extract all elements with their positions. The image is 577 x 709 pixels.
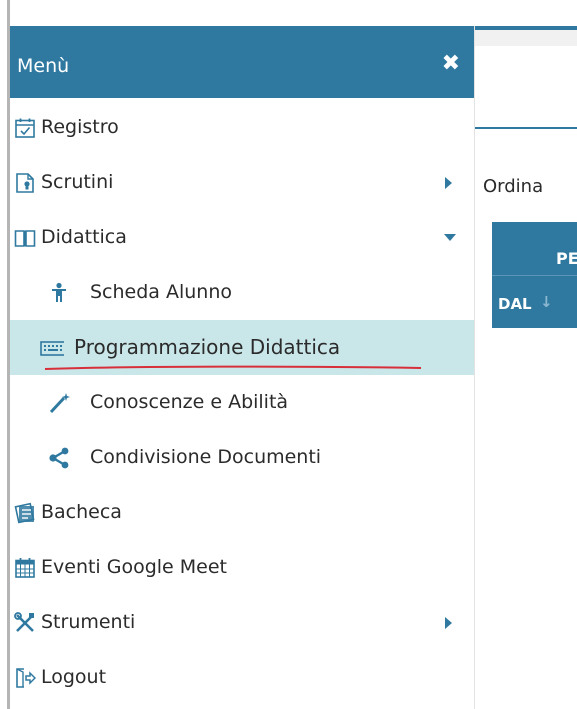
- menu-header: Menù ✖: [10, 26, 474, 98]
- sidebar-item-label: Eventi Google Meet: [41, 556, 228, 578]
- sidebar-item-label: Bacheca: [41, 501, 122, 523]
- sidebar-item-label: Conoscenze e Abilità: [90, 391, 289, 413]
- sidebar-item-label: Logout: [41, 666, 107, 688]
- sidebar-item-scheda-alunno[interactable]: Scheda Alunno: [10, 265, 474, 320]
- table-header: PE DAL ↓: [492, 222, 577, 328]
- sidebar-menu: Menù ✖ Registro Scrutini Didattica Sched…: [10, 26, 475, 709]
- chevron-right-icon: [445, 617, 452, 629]
- bulletin-board-icon: [14, 502, 35, 524]
- table-column-dal[interactable]: DAL: [498, 295, 532, 313]
- sort-arrow-icon[interactable]: ↓: [540, 293, 553, 311]
- book-icon: [14, 230, 36, 247]
- table-header-divider: [492, 275, 577, 276]
- main-content: Ordina PE DAL ↓: [475, 26, 577, 709]
- sidebar-item-bacheca[interactable]: Bacheca: [10, 485, 474, 540]
- sidebar-item-strumenti[interactable]: Strumenti: [10, 595, 474, 650]
- sidebar-item-label: Didattica: [41, 226, 127, 248]
- sidebar-item-label: Strumenti: [41, 611, 136, 633]
- sidebar-item-label: Scrutini: [41, 171, 114, 193]
- top-accent-line: [475, 26, 577, 30]
- sidebar-item-label: Condivisione Documenti: [90, 446, 322, 468]
- tools-icon: [14, 612, 34, 632]
- menu-title: Menù: [17, 55, 70, 77]
- calendar-icon: [15, 558, 35, 578]
- sidebar-item-conoscenze-abilita[interactable]: Conoscenze e Abilità: [10, 375, 474, 430]
- close-icon[interactable]: ✖: [442, 53, 460, 75]
- sidebar-item-label: Registro: [41, 116, 119, 138]
- table-header-title: PE: [556, 249, 577, 268]
- sort-label: Ordina: [483, 176, 544, 197]
- content-divider: [475, 127, 577, 129]
- sidebar-item-registro[interactable]: Registro: [10, 100, 474, 155]
- chevron-down-icon: [444, 234, 456, 241]
- student-icon: [52, 282, 66, 302]
- sidebar-item-label: Programmazione Didattica: [74, 335, 341, 359]
- magic-wand-icon: [49, 393, 70, 414]
- annotation-underline: [44, 365, 422, 370]
- document-icon: [16, 173, 34, 193]
- logout-icon: [16, 668, 36, 688]
- sidebar-item-eventi-google-meet[interactable]: Eventi Google Meet: [10, 540, 474, 595]
- chevron-right-icon: [445, 177, 452, 189]
- keyboard-icon: [40, 341, 64, 356]
- sidebar-item-logout[interactable]: Logout: [10, 650, 474, 705]
- share-icon: [49, 447, 69, 469]
- calendar-check-icon: [15, 118, 35, 138]
- sidebar-item-condivisione-documenti[interactable]: Condivisione Documenti: [10, 430, 474, 485]
- sidebar-item-label: Scheda Alunno: [90, 281, 233, 303]
- sidebar-item-scrutini[interactable]: Scrutini: [10, 155, 474, 210]
- sidebar-item-didattica[interactable]: Didattica: [10, 210, 474, 265]
